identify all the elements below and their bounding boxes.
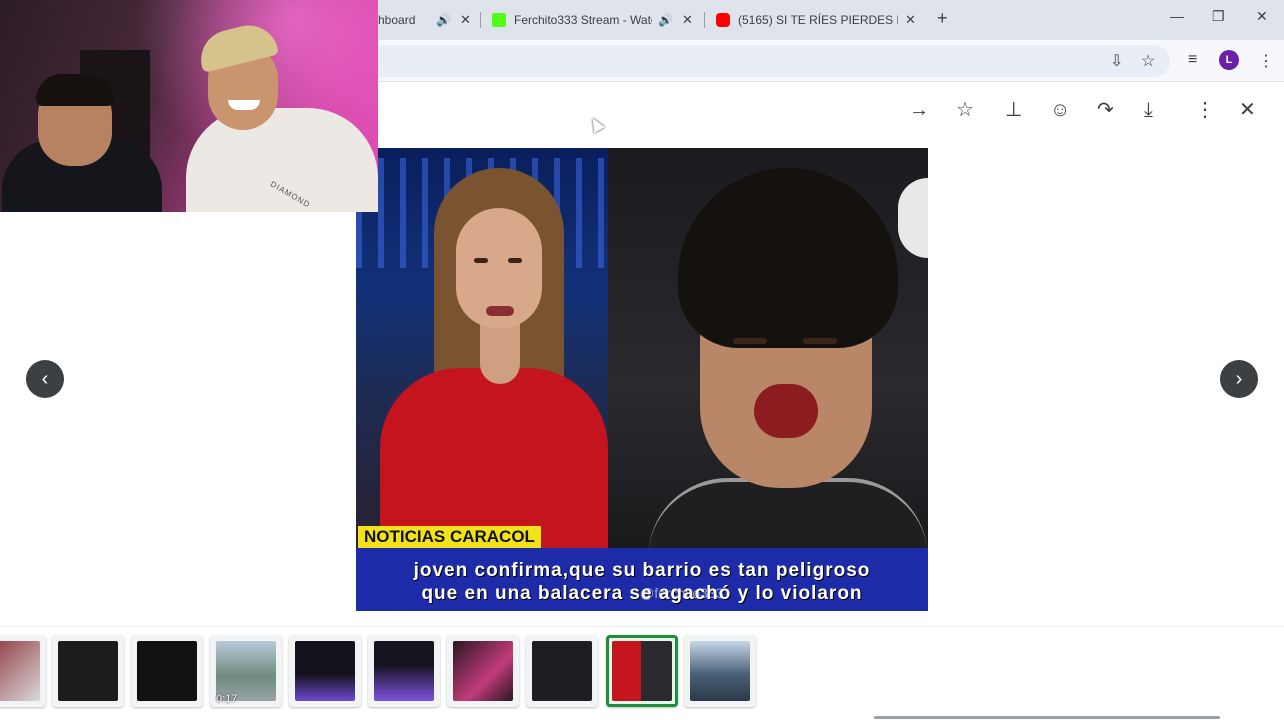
tab-close-icon[interactable]: ✕ (682, 12, 693, 28)
youtube-favicon-icon (716, 13, 730, 27)
minimize-icon[interactable]: — (1170, 8, 1184, 24)
tab-kick-stream[interactable]: Ferchito333 Stream - Watch 🔊 ✕ (492, 6, 702, 34)
tab-close-icon[interactable]: ✕ (460, 12, 471, 28)
thumb-3[interactable] (131, 635, 203, 707)
tab-separator (704, 12, 705, 28)
main-image: NOTICIAS CARACOL joven confirma,que su b… (356, 148, 928, 611)
restore-icon[interactable]: ❐ (1212, 8, 1225, 25)
thumb-7[interactable] (447, 635, 519, 707)
thumb-9-selected[interactable] (606, 635, 678, 707)
previous-button[interactable]: ‹ (26, 360, 64, 398)
bookmark-star-icon[interactable]: ☆ (1141, 51, 1155, 71)
young-man-panel (608, 148, 928, 558)
install-icon[interactable]: ⇩ (1110, 51, 1123, 71)
speaker-icon[interactable]: 🔊 (658, 13, 673, 27)
pin-icon[interactable]: ⊥ (1005, 99, 1022, 121)
menu-kebab-icon[interactable]: ⋮ (1258, 51, 1274, 71)
address-bar[interactable] (330, 45, 1170, 77)
news-anchor-panel (356, 148, 608, 558)
tab-label: (5165) SI TE RÍES PIERDES NIVE (738, 13, 898, 27)
streamer-right (186, 108, 378, 212)
chevron-left-icon: ‹ (41, 367, 49, 390)
tab-dashboard[interactable]: hboard 🔊 ✕ (378, 6, 478, 34)
chevron-right-icon: › (1235, 367, 1243, 390)
caption-line-1: joven confirma,que su barrio es tan peli… (413, 560, 871, 581)
tab-youtube[interactable]: (5165) SI TE RÍES PIERDES NIVE ✕ (716, 6, 926, 34)
thumb-2[interactable] (52, 635, 124, 707)
window-close-icon[interactable]: ✕ (1256, 8, 1268, 25)
webcam-overlay: DIAMOND (0, 0, 378, 212)
speaker-icon[interactable]: 🔊 (436, 13, 451, 27)
tab-separator (480, 12, 481, 28)
emoji-icon[interactable]: ☺ (1050, 99, 1070, 121)
thumb-5[interactable] (289, 635, 361, 707)
caption-box: joven confirma,que su barrio es tan peli… (356, 548, 928, 611)
star-icon[interactable]: ☆ (956, 99, 974, 121)
tab-close-icon[interactable]: ✕ (905, 12, 916, 28)
news-channel-tag: NOTICIAS CARACOL (358, 526, 541, 548)
video-duration: 0:17 (216, 693, 238, 705)
share-icon[interactable]: ↷ (1097, 99, 1114, 121)
screen: hboard 🔊 ✕ Ferchito333 Stream - Watch 🔊 … (0, 0, 1284, 720)
tab-label: Ferchito333 Stream - Watch (514, 13, 652, 27)
filmstrip: 0:17 (0, 626, 1284, 720)
thumb-4[interactable]: 0:17 (210, 635, 282, 707)
watermark: @ferchito333 (640, 585, 724, 601)
download-icon[interactable]: ⤓ (1144, 99, 1153, 121)
kick-favicon-icon (492, 13, 506, 27)
filmstrip-scrollbar[interactable] (874, 716, 1220, 719)
mouse-cursor-icon (587, 114, 605, 134)
next-button[interactable]: › (1220, 360, 1258, 398)
thumb-8[interactable] (526, 635, 598, 707)
thumb-10[interactable] (684, 635, 756, 707)
forward-icon[interactable]: → (909, 99, 929, 121)
close-icon[interactable]: ✕ (1239, 99, 1256, 121)
profile-avatar[interactable]: L (1219, 50, 1239, 70)
tab-label: hboard (378, 13, 416, 27)
plus-icon[interactable]: + (937, 8, 948, 29)
thumb-6[interactable] (368, 635, 440, 707)
more-icon[interactable]: ⋮ (1195, 99, 1215, 121)
media-queue-icon[interactable]: ≡ (1188, 51, 1197, 69)
thumb-1[interactable] (0, 635, 46, 707)
